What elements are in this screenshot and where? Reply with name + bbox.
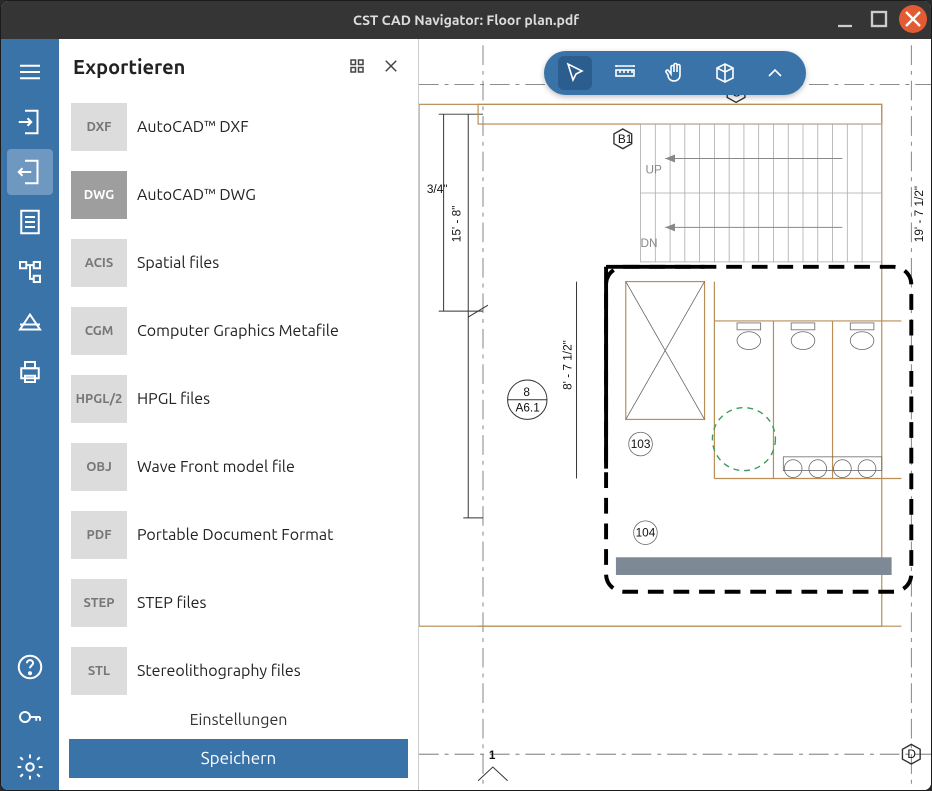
export-panel: Exportieren DXF AutoCAD™ DXF DWG AutoCAD™ D…: [59, 39, 419, 790]
dim-label: 3/4": [427, 182, 448, 196]
room-tag-103: 103: [631, 437, 651, 451]
structure-button[interactable]: [7, 249, 53, 295]
view-toolbar: [544, 51, 806, 95]
menu-button[interactable]: [7, 49, 53, 95]
format-label: HPGL files: [137, 390, 210, 408]
format-tag: CGM: [71, 307, 127, 355]
section-bubble-bottom: A6.1: [515, 401, 539, 415]
gear-icon: [15, 752, 45, 782]
cube-icon: [713, 61, 737, 85]
save-button[interactable]: Speichern: [69, 739, 408, 778]
3d-view-tool[interactable]: [708, 56, 742, 90]
help-icon: [15, 652, 45, 682]
format-tag: STL: [71, 647, 127, 695]
hand-icon: [663, 61, 687, 85]
export-icon: [15, 157, 45, 187]
ruler-icon: [613, 61, 637, 85]
floor-plan-drawing: B1 C D 3/4" 15' - 8": [419, 39, 931, 790]
format-option-cgm[interactable]: CGM Computer Graphics Metafile: [63, 297, 418, 365]
format-label: Wave Front model file: [137, 458, 295, 476]
format-tag: STEP: [71, 579, 127, 627]
menu-icon: [15, 57, 45, 87]
document-icon: [15, 207, 45, 237]
section-button[interactable]: [7, 299, 53, 345]
maximize-button[interactable]: [865, 5, 893, 33]
format-option-pdf[interactable]: PDF Portable Document Format: [63, 501, 418, 569]
grid-view-button[interactable]: [344, 53, 370, 79]
format-label: Stereolithography files: [137, 662, 301, 680]
room-tag-104: 104: [636, 526, 656, 540]
help-button[interactable]: [7, 644, 53, 690]
format-option-acis[interactable]: ACIS Spatial files: [63, 229, 418, 297]
grid-icon: [348, 57, 366, 75]
format-option-hpgl2[interactable]: HPGL/2 HPGL files: [63, 365, 418, 433]
panel-close-button[interactable]: [378, 53, 404, 79]
format-label: Spatial files: [137, 254, 219, 272]
stair-up-label: UP: [645, 162, 662, 176]
section-bubble-top: 8: [523, 385, 530, 399]
import-button[interactable]: [7, 99, 53, 145]
grid-bubble-b1: B1: [618, 132, 632, 146]
sidebar: [1, 39, 59, 790]
window-title: CST CAD Navigator: Floor plan.pdf: [353, 12, 579, 28]
panel-title: Exportieren: [73, 55, 336, 78]
grid-label-1: 1: [489, 748, 496, 762]
key-icon: [15, 702, 45, 732]
format-tag: OBJ: [71, 443, 127, 491]
import-icon: [15, 107, 45, 137]
format-tag: HPGL/2: [71, 375, 127, 423]
chevron-up-icon: [763, 61, 787, 85]
format-option-dwg[interactable]: DWG AutoCAD™ DWG: [63, 161, 418, 229]
settings-button[interactable]: [7, 744, 53, 790]
format-option-dxf[interactable]: DXF AutoCAD™ DXF: [63, 93, 418, 161]
format-option-step[interactable]: STEP STEP files: [63, 569, 418, 637]
format-label: AutoCAD™ DWG: [137, 186, 256, 204]
print-icon: [15, 357, 45, 387]
format-tag: ACIS: [71, 239, 127, 287]
app-window: CST CAD Navigator: Floor plan.pdf: [0, 0, 932, 791]
ref-101a: 101A: [419, 80, 420, 108]
tree-icon: [15, 257, 45, 287]
document-button[interactable]: [7, 199, 53, 245]
measure-tool[interactable]: [608, 56, 642, 90]
stair-dn-label: DN: [641, 236, 658, 250]
format-option-stl[interactable]: STL Stereolithography files: [63, 637, 418, 697]
format-label: Portable Document Format: [137, 526, 333, 544]
dim-label: 15' - 8": [449, 206, 463, 243]
format-option-obj[interactable]: OBJ Wave Front model file: [63, 433, 418, 501]
format-label: Computer Graphics Metafile: [137, 322, 339, 340]
format-tag: DXF: [71, 103, 127, 151]
license-button[interactable]: [7, 694, 53, 740]
collapse-toolbar[interactable]: [758, 56, 792, 90]
format-tag: DWG: [71, 171, 127, 219]
format-tag: PDF: [71, 511, 127, 559]
close-icon: [382, 57, 400, 75]
select-tool[interactable]: [558, 56, 592, 90]
titlebar: CST CAD Navigator: Floor plan.pdf: [1, 1, 931, 39]
section-icon: [15, 307, 45, 337]
export-button[interactable]: [7, 149, 53, 195]
minimize-button[interactable]: [831, 5, 859, 33]
dim-label: 19' - 7 1/2": [912, 186, 926, 242]
format-list[interactable]: DXF AutoCAD™ DXF DWG AutoCAD™ DWG ACIS Spatia…: [59, 89, 418, 697]
print-button[interactable]: [7, 349, 53, 395]
drawing-canvas[interactable]: B1 C D 3/4" 15' - 8": [419, 39, 931, 790]
pan-tool[interactable]: [658, 56, 692, 90]
grid-bubble-d: D: [907, 747, 916, 761]
cursor-icon: [563, 61, 587, 85]
dim-label: 8' - 7 1/2": [561, 340, 575, 390]
export-settings-button[interactable]: Einstellungen: [69, 701, 408, 739]
format-label: STEP files: [137, 594, 206, 612]
close-button[interactable]: [899, 5, 927, 33]
format-label: AutoCAD™ DXF: [137, 118, 249, 136]
